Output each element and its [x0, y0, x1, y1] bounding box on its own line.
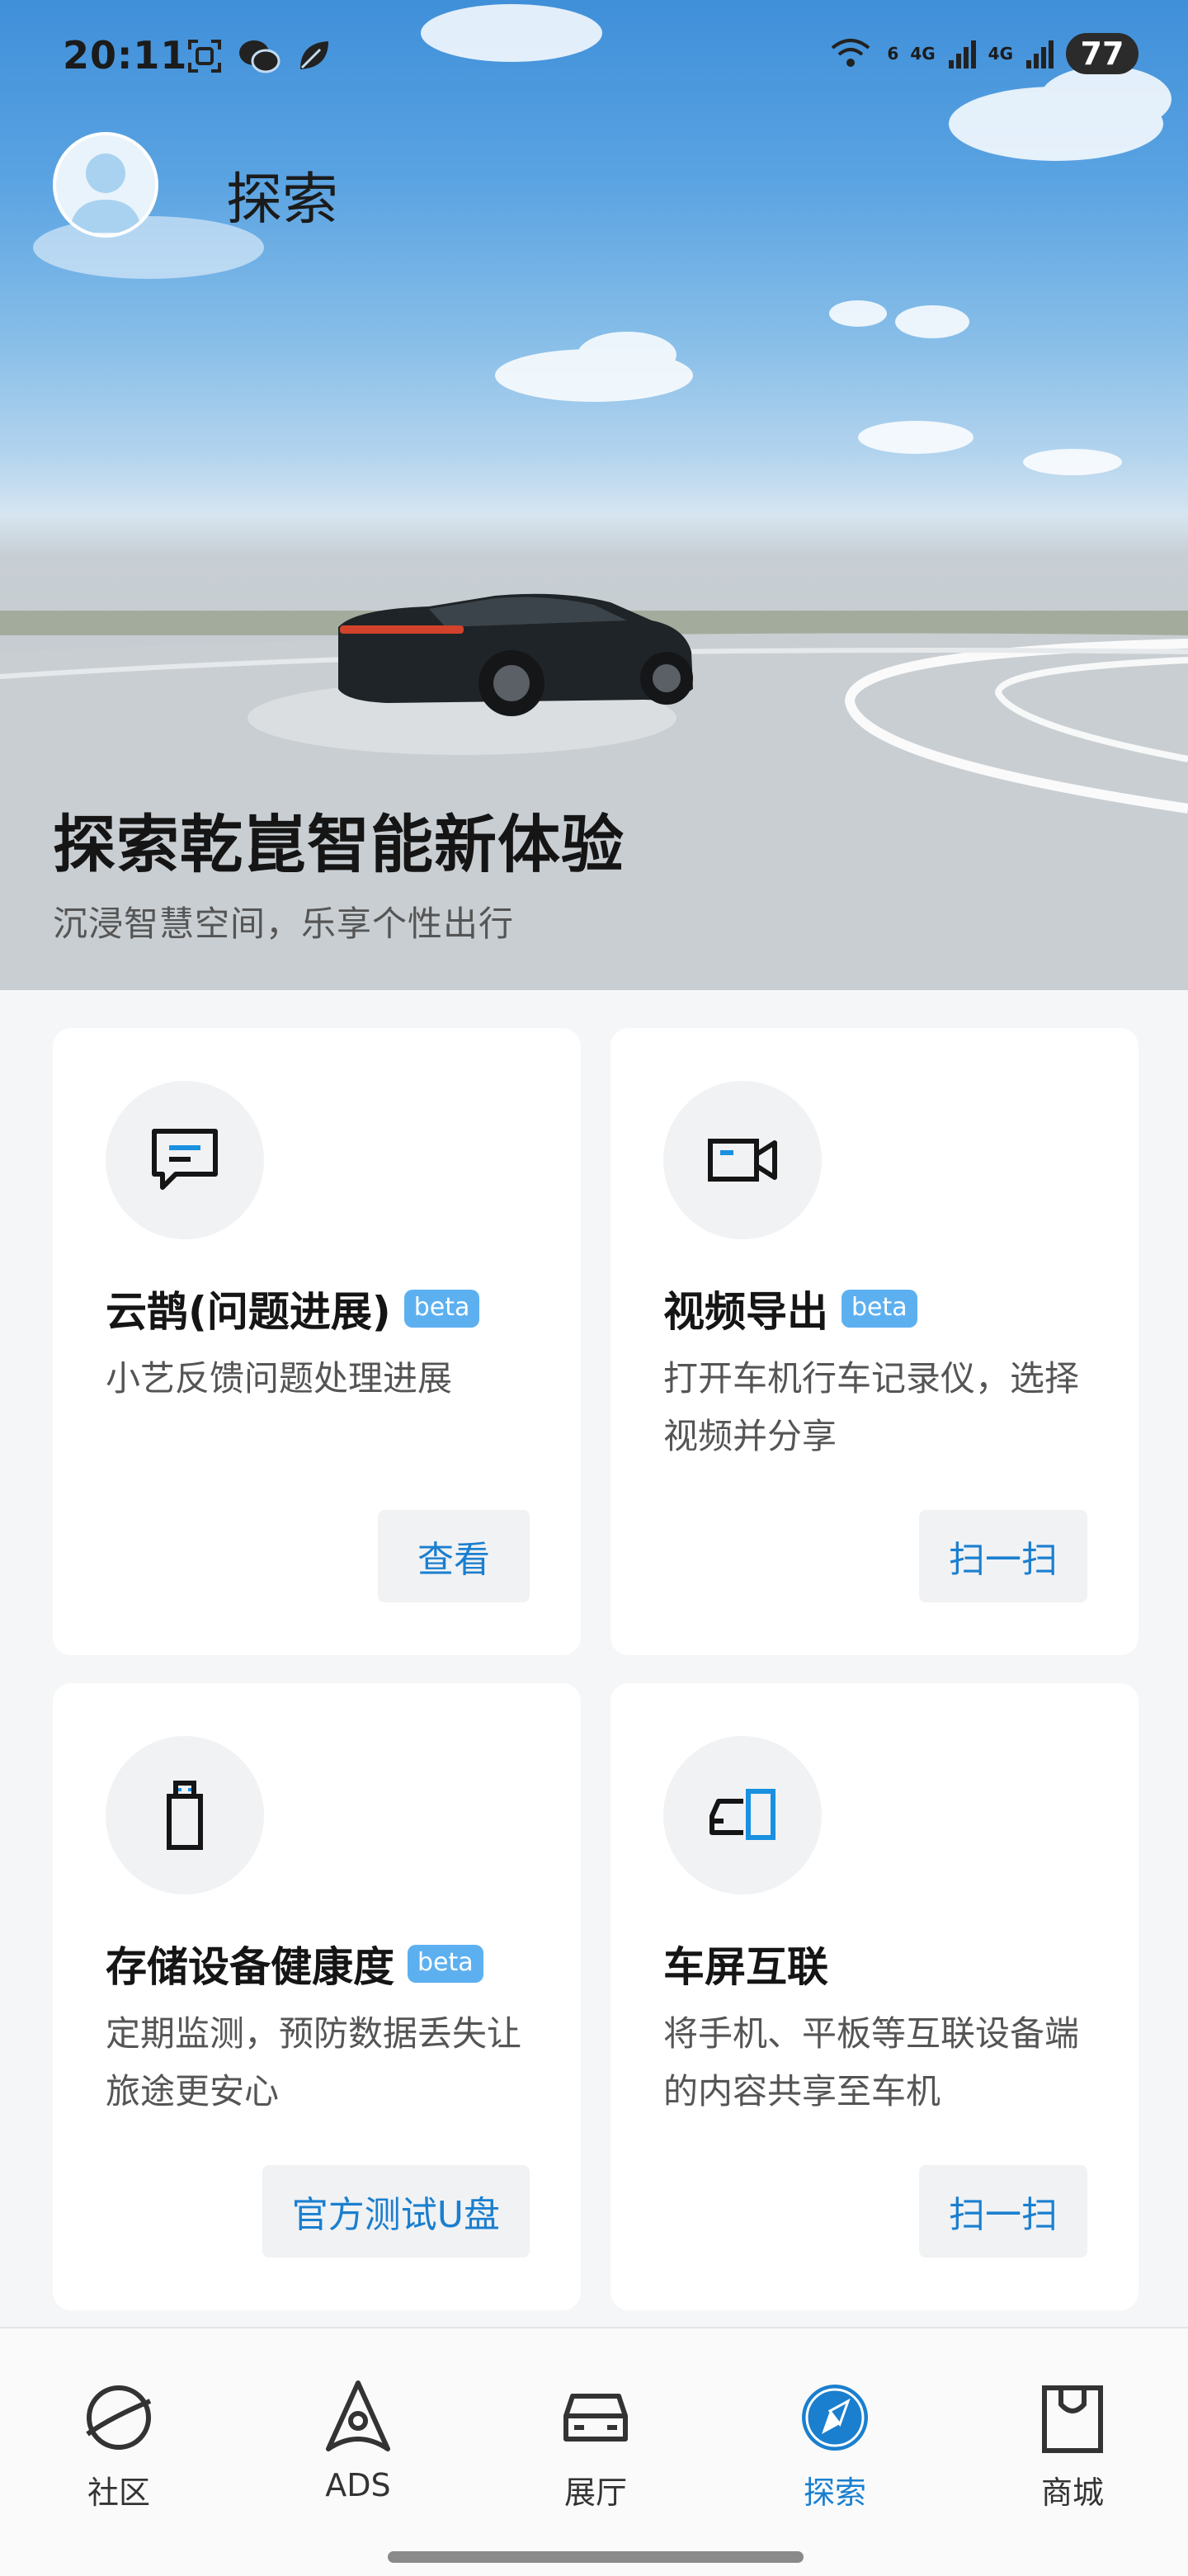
signal-icon — [1026, 40, 1054, 68]
icon-circle — [106, 1081, 264, 1239]
nav-label: 探索 — [803, 2475, 866, 2511]
card-description: 打开车机行车记录仪，选择视频并分享 — [663, 1358, 1080, 1456]
nav-item-ads[interactable]: ADS — [276, 2376, 441, 2503]
nav-item-showroom[interactable]: 展厅 — [513, 2376, 678, 2512]
compass-icon — [802, 2385, 868, 2451]
beta-badge: beta — [408, 1945, 483, 1983]
nav-label: ADS — [325, 2467, 391, 2503]
beta-badge: beta — [842, 1290, 917, 1328]
beta-badge: beta — [403, 1290, 480, 1328]
bottom-navigation: 社区 ADS 展厅 探索 商城 — [0, 2327, 1188, 2576]
card-description: 将手机、平板等互联设备端的内容共享至车机 — [663, 2013, 1080, 2111]
hero-banner: 20:11 6 4G 4G 77 探索 探索乾崑智能新体验 沉浸智慧空间，乐享个… — [0, 0, 1188, 990]
page-title: 探索 — [226, 167, 339, 233]
feature-card-yunque[interactable]: 云鹊(问题进展) beta 小艺反馈问题处理进展 查看 — [53, 1028, 581, 1655]
view-button[interactable]: 查看 — [378, 1510, 530, 1602]
icon-circle — [663, 1736, 822, 1894]
wifi-label: 6 — [887, 44, 899, 64]
user-icon — [69, 153, 142, 233]
card-title: 视频导出 — [663, 1288, 828, 1336]
icon-circle — [106, 1736, 264, 1894]
feature-card-video-export[interactable]: 视频导出 beta 打开车机行车记录仪，选择视频并分享 扫一扫 — [610, 1028, 1138, 1655]
planet-icon — [86, 2385, 152, 2450]
car-screen-icon — [710, 1789, 776, 1840]
scan-button[interactable]: 扫一扫 — [919, 1510, 1087, 1602]
card-title: 云鹊(问题进展) — [106, 1288, 391, 1336]
nav-label: 展厅 — [563, 2475, 627, 2511]
status-time: 20:11 — [63, 33, 188, 78]
official-test-usb-button[interactable]: 官方测试U盘 — [262, 2165, 530, 2258]
hero-title: 探索乾崑智能新体验 — [53, 808, 625, 881]
nav-item-explore[interactable]: 探索 — [752, 2376, 917, 2512]
status-bar: 20:11 6 4G 4G 77 — [0, 25, 1188, 91]
ads-icon — [326, 2380, 390, 2451]
car-icon — [563, 2394, 628, 2442]
nav-label: 社区 — [87, 2475, 150, 2511]
home-indicator[interactable] — [388, 2551, 804, 2563]
usb-drive-icon — [167, 1781, 203, 1850]
feature-card-storage-health[interactable]: 存储设备健康度 beta 定期监测，预防数据丢失让旅途更安心 官方测试U盘 — [53, 1683, 581, 2310]
shopping-bag-icon — [1042, 2385, 1103, 2453]
screenshot-icon — [188, 40, 221, 73]
hero-subtitle: 沉浸智慧空间，乐享个性出行 — [53, 903, 515, 944]
video-camera-icon — [708, 1139, 777, 1182]
signal-icon — [948, 40, 976, 68]
nav-label: 商城 — [1040, 2475, 1104, 2511]
feature-card-screen-link[interactable]: 车屏互联 将手机、平板等互联设备端的内容共享至车机 扫一扫 — [610, 1683, 1138, 2310]
card-description: 小艺反馈问题处理进展 — [106, 1358, 453, 1399]
battery-indicator: 77 — [1066, 33, 1138, 74]
card-title: 存储设备健康度 — [106, 1943, 394, 1991]
leaf-icon — [300, 41, 328, 69]
network-label-1: 4G — [910, 44, 936, 64]
network-label-2: 4G — [988, 44, 1013, 64]
avatar[interactable] — [53, 132, 158, 238]
status-system-icons: 6 4G 4G 77 — [829, 33, 1138, 74]
card-title: 车屏互联 — [663, 1943, 828, 1991]
wifi-icon — [832, 39, 870, 67]
nav-item-mall[interactable]: 商城 — [990, 2376, 1155, 2512]
status-notification-icons — [186, 38, 332, 74]
scan-button[interactable]: 扫一扫 — [919, 2165, 1087, 2258]
nav-item-community[interactable]: 社区 — [36, 2376, 201, 2512]
icon-circle — [663, 1081, 822, 1239]
message-icon — [152, 1129, 218, 1190]
card-description: 定期监测，预防数据丢失让旅途更安心 — [106, 2013, 522, 2111]
wechat-icon — [239, 40, 280, 73]
